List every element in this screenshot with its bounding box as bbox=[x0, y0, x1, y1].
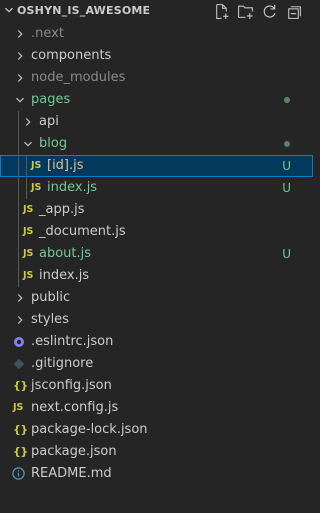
chevron-right-icon bbox=[17, 74, 23, 82]
info-icon bbox=[12, 467, 25, 480]
tree-item-id-js[interactable]: JS [id].js U bbox=[0, 155, 313, 177]
tree-item-label: public bbox=[31, 290, 71, 305]
tree-item-label: _app.js bbox=[39, 202, 85, 217]
explorer-actions bbox=[213, 3, 302, 21]
eslint-icon bbox=[14, 337, 24, 347]
indent-guide bbox=[18, 243, 19, 265]
indent-guide bbox=[18, 133, 19, 155]
js-file-icon: JS bbox=[23, 226, 34, 237]
tree-item-next[interactable]: .next bbox=[0, 23, 313, 45]
json-file-icon: {} bbox=[13, 445, 28, 458]
tree-item-label: blog bbox=[39, 136, 68, 151]
modified-dot bbox=[284, 97, 290, 103]
chevron-down-icon bbox=[24, 141, 32, 147]
tree-item-readme[interactable]: README.md bbox=[0, 463, 313, 485]
untracked-badge: U bbox=[282, 181, 291, 195]
modified-dot bbox=[284, 141, 290, 147]
js-file-icon: JS bbox=[13, 402, 24, 413]
indent-guide bbox=[26, 155, 27, 177]
tree-item-pages[interactable]: pages bbox=[0, 89, 313, 111]
tree-item-public[interactable]: public bbox=[0, 287, 313, 309]
tree-item-label: package-lock.json bbox=[31, 422, 148, 437]
json-file-icon: {} bbox=[13, 379, 28, 392]
tree-item-styles[interactable]: styles bbox=[0, 309, 313, 331]
chevron-right-icon bbox=[17, 30, 23, 38]
tree-item-blog[interactable]: blog bbox=[0, 133, 313, 155]
json-file-icon: {} bbox=[13, 423, 28, 436]
tree-item-jsconfig[interactable]: {} jsconfig.json bbox=[0, 375, 313, 397]
chevron-right-icon bbox=[17, 316, 23, 324]
tree-item-app-js[interactable]: JS _app.js bbox=[0, 199, 313, 221]
js-file-icon: JS bbox=[23, 248, 34, 259]
tree-item-document-js[interactable]: JS _document.js bbox=[0, 221, 313, 243]
tree-item-package-lock[interactable]: {} package-lock.json bbox=[0, 419, 313, 441]
tree-item-label: README.md bbox=[31, 466, 112, 481]
indent-guide bbox=[18, 177, 19, 199]
tree-item-label: pages bbox=[31, 92, 71, 107]
tree-item-label: index.js bbox=[39, 268, 90, 283]
tree-item-blog-index-js[interactable]: JS index.js U bbox=[0, 177, 313, 199]
chevron-right-icon bbox=[17, 52, 23, 60]
tree-item-api[interactable]: api bbox=[0, 111, 313, 133]
indent-guide bbox=[18, 265, 19, 287]
untracked-badge: U bbox=[282, 159, 291, 173]
explorer-section-header[interactable]: OSHYN_IS_AWESOME bbox=[0, 0, 313, 22]
chevron-right-icon bbox=[25, 118, 31, 126]
indent-guide bbox=[26, 177, 27, 199]
workspace-title: OSHYN_IS_AWESOME bbox=[17, 4, 151, 17]
tree-item-package-json[interactable]: {} package.json bbox=[0, 441, 313, 463]
file-explorer: OSHYN_IS_AWESOME .next components node_m… bbox=[0, 0, 313, 513]
tree-item-label: about.js bbox=[39, 246, 92, 261]
js-file-icon: JS bbox=[31, 160, 42, 171]
tree-item-label: .gitignore bbox=[31, 356, 94, 371]
tree-item-node-modules[interactable]: node_modules bbox=[0, 67, 313, 89]
tree-item-label: [id].js bbox=[47, 158, 84, 173]
new-folder-icon[interactable] bbox=[237, 3, 254, 20]
tree-item-label: .eslintrc.json bbox=[31, 334, 114, 349]
indent-guide bbox=[18, 155, 19, 177]
chevron-right-icon bbox=[17, 294, 23, 302]
untracked-badge: U bbox=[282, 247, 291, 261]
tree-item-next-config[interactable]: JS next.config.js bbox=[0, 397, 313, 419]
tree-item-label: .next bbox=[31, 26, 64, 41]
tree-item-label: package.json bbox=[31, 444, 117, 459]
tree-item-about-js[interactable]: JS about.js U bbox=[0, 243, 313, 265]
collapse-all-icon[interactable] bbox=[285, 3, 302, 20]
tree-item-label: index.js bbox=[47, 180, 98, 195]
tree-item-label: jsconfig.json bbox=[31, 378, 112, 393]
git-icon bbox=[13, 358, 25, 370]
new-file-icon[interactable] bbox=[213, 3, 230, 20]
tree-item-pages-index-js[interactable]: JS index.js bbox=[0, 265, 313, 287]
tree-item-label: components bbox=[31, 48, 112, 63]
tree-item-label: next.config.js bbox=[31, 400, 119, 415]
indent-guide bbox=[18, 221, 19, 243]
tree-item-gitignore[interactable]: .gitignore bbox=[0, 353, 313, 375]
file-tree: .next components node_modules pages api bbox=[0, 23, 313, 485]
tree-item-label: node_modules bbox=[31, 70, 126, 85]
tree-item-label: styles bbox=[31, 312, 69, 327]
js-file-icon: JS bbox=[23, 204, 34, 215]
tree-item-components[interactable]: components bbox=[0, 45, 313, 67]
tree-item-label: _document.js bbox=[39, 224, 126, 239]
chevron-down-icon[interactable] bbox=[3, 4, 15, 16]
chevron-down-icon bbox=[16, 97, 24, 103]
refresh-icon[interactable] bbox=[261, 3, 278, 20]
tree-item-eslintrc[interactable]: .eslintrc.json bbox=[0, 331, 313, 353]
indent-guide bbox=[18, 199, 19, 221]
js-file-icon: JS bbox=[23, 270, 34, 281]
js-file-icon: JS bbox=[31, 182, 42, 193]
tree-item-label: api bbox=[39, 114, 59, 129]
indent-guide bbox=[18, 111, 19, 133]
